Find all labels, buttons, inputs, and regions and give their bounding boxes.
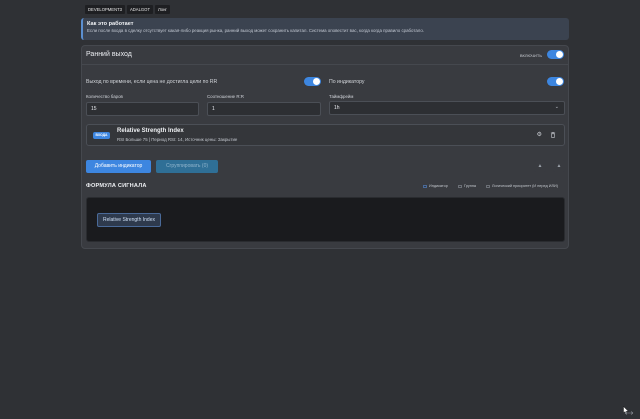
timeframe-select[interactable]: 1h ⌄ [329,101,565,115]
formula-indicator-chip[interactable]: Relative Strength Index [97,213,161,227]
chevron-down-icon: ⌄ [554,104,559,110]
bars-label: Количество баров [86,94,123,99]
add-indicator-button[interactable]: Добавить индикатор [86,160,151,173]
indicator-description: RSI Больше 75 | Период RSI: 14, Источник… [117,137,238,142]
panel-header: Ранний выход ВКЛЮЧИТЬ [82,46,568,65]
timeframe-value: 1h [334,105,340,111]
timeframe-label: Таймфрейм [329,94,354,99]
formula-canvas[interactable]: Relative Strength Index [86,197,565,242]
indicator-name: Relative Strength Index [117,128,184,134]
move-down-icon[interactable]: ▲ [553,160,565,172]
rr-label: Соотношение R:R [207,94,244,99]
how-it-works-info: Как это работает Если после входа в сдел… [81,18,569,40]
early-exit-panel: Ранний выход ВКЛЮЧИТЬ Выход по времени, … [81,45,569,249]
enable-toggle[interactable] [547,50,564,59]
by-indicator-label: По индикатору [329,79,365,85]
tab-adalgot[interactable]: ADALGOT [126,5,153,14]
legend-group: Группа [458,184,476,188]
legend-priority: Логический приоритет (И перед ИЛИ) [486,184,558,188]
legend-indicator: Индикатор [423,184,448,188]
move-up-icon[interactable]: ▲ [534,160,546,172]
tab-development3[interactable]: DEVELOPMENT3 [85,5,125,14]
panel-title: Ранний выход [86,51,132,58]
top-tabs: DEVELOPMENT3 ADALGOT Лонг [85,5,170,14]
rr-input[interactable]: 1 [207,102,321,116]
indicator-card[interactable]: ВХОДА Relative Strength Index RSI Больше… [86,124,565,146]
info-title: Как это работает [87,21,134,27]
trash-icon[interactable] [550,132,556,140]
resize-handle-icon [624,411,634,415]
enable-label: ВКЛЮЧИТЬ [519,53,542,58]
bars-input[interactable]: 15 [86,102,199,116]
info-text: Если после входа в сделку отсутствует ка… [87,28,425,33]
by-indicator-toggle[interactable] [547,77,564,86]
gear-icon[interactable]: ⚙ [537,132,542,138]
group-button[interactable]: Сгруппировать (0) [156,160,218,173]
tab-long[interactable]: Лонг [155,5,170,14]
time-exit-toggle[interactable] [304,77,321,86]
time-exit-label: Выход по времени, если цена не достигла … [86,79,218,85]
formula-title: ФОРМУЛА СИГНАЛА [86,183,147,189]
entry-badge: ВХОДА [93,132,110,139]
